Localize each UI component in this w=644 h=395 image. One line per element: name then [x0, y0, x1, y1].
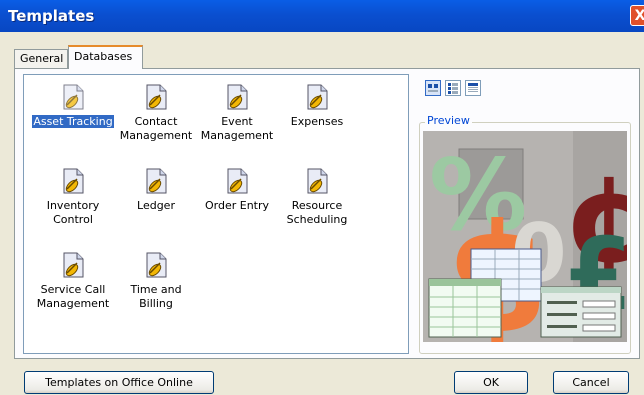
database-template-icon	[143, 83, 169, 111]
template-label: Service Call Management	[36, 283, 110, 310]
template-label: Time and Billing	[130, 283, 182, 310]
list-view-icon	[448, 83, 458, 94]
template-label: Inventory Control	[46, 199, 100, 226]
database-template-icon	[224, 167, 250, 195]
ok-button[interactable]: OK	[454, 371, 528, 394]
templates-online-button[interactable]: Templates on Office Online	[24, 371, 214, 394]
tab-general[interactable]: General	[14, 49, 68, 68]
template-label: Order Entry	[204, 199, 270, 212]
database-template-icon	[60, 167, 86, 195]
template-label: Expenses	[290, 115, 344, 128]
template-list[interactable]: Asset Tracking Contact Management Event …	[23, 74, 409, 354]
database-template-icon	[60, 251, 86, 279]
database-template-icon	[143, 167, 169, 195]
database-template-icon	[60, 83, 86, 111]
preview-label: Preview	[425, 114, 472, 127]
database-template-icon	[304, 83, 330, 111]
database-template-icon	[304, 167, 330, 195]
large-icons-view-icon	[428, 84, 438, 92]
window-title: Templates	[8, 7, 95, 25]
tab-databases[interactable]: Databases	[68, 45, 143, 69]
cancel-button[interactable]: Cancel	[553, 371, 629, 394]
preview-image: % $ 0 ¢ £	[423, 131, 644, 367]
close-icon: X	[634, 8, 644, 24]
database-template-icon	[224, 83, 250, 111]
title-bar: Templates X	[0, 0, 644, 32]
list-view-button[interactable]	[445, 80, 461, 96]
close-button[interactable]: X	[630, 5, 644, 26]
template-label: Ledger	[137, 199, 175, 212]
template-label: Resource Scheduling	[286, 199, 348, 226]
details-view-button[interactable]	[465, 80, 481, 96]
template-label: Event Management	[200, 115, 274, 142]
template-label: Asset Tracking	[32, 115, 114, 128]
large-icons-view-button[interactable]	[425, 80, 441, 96]
database-template-icon	[143, 251, 169, 279]
details-view-icon	[468, 83, 478, 92]
template-label: Contact Management	[119, 115, 193, 142]
